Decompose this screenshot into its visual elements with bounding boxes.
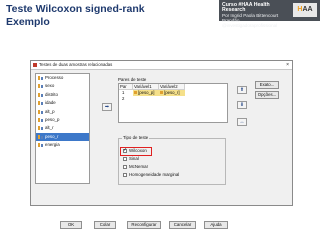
scale-icon — [38, 143, 43, 148]
variable-item[interactable]: Processo — [36, 74, 89, 82]
reset-button[interactable]: Reconfigurar — [127, 221, 161, 229]
scale-icon — [38, 76, 43, 80]
move-variable-button[interactable]: ➡ — [102, 103, 112, 111]
haa-logo-aa: AA — [302, 6, 313, 13]
cancel-button[interactable]: Cancelar — [169, 221, 196, 229]
pencil-icon — [134, 91, 137, 95]
ok-button[interactable]: OK — [60, 221, 82, 229]
variable-list[interactable]: Processo sexo distrito idade alt_p peso_… — [35, 73, 90, 184]
dialog-titlebar: Testes de duas amostras relacionadas × — [31, 61, 292, 70]
dialog-title: Testes de duas amostras relacionadas — [39, 62, 113, 67]
variable-item[interactable]: alt_p — [36, 108, 89, 116]
scale-icon — [38, 117, 43, 122]
pairs-label: Pares de teste — [118, 77, 147, 82]
variable-item-selected[interactable]: peso_r — [36, 132, 89, 142]
variable-item[interactable]: sexo — [36, 82, 89, 90]
pencil-icon — [160, 91, 163, 95]
variable-item[interactable]: idade — [36, 99, 89, 107]
checkbox[interactable] — [123, 156, 127, 161]
banner-course-name: Curso #HAA Health Research — [222, 2, 270, 13]
move-up-button[interactable]: ⬆ — [237, 86, 247, 94]
haa-logo: HAA — [293, 3, 317, 17]
slide-title: Teste Wilcoxon signed-rank Exemplo — [6, 3, 196, 29]
slide-title-line2: Exemplo — [6, 16, 50, 28]
scale-icon — [38, 84, 43, 89]
scale-icon — [38, 101, 43, 106]
variable-item[interactable]: alt_r — [36, 124, 89, 132]
scale-icon — [38, 109, 43, 114]
checkbox[interactable] — [123, 172, 127, 177]
slide-title-line1: Teste Wilcoxon signed-rank — [6, 3, 145, 15]
option-homogeneidade[interactable]: Homogeneidade marginal — [123, 172, 179, 178]
pair-var1-cell[interactable]: [peso_p] — [133, 90, 159, 96]
banner-handle: @investigadoraprofissional — [222, 23, 278, 28]
scale-icon — [38, 126, 43, 131]
test-type-label: Tipo de teste — [122, 135, 150, 140]
move-down-button[interactable]: ⬇ — [237, 101, 247, 109]
course-banner: Curso #HAA Health Research Por Ingrid Pa… — [219, 0, 320, 28]
spss-app-icon — [33, 63, 37, 67]
help-button[interactable]: Ajuda — [204, 221, 228, 229]
scale-icon — [38, 134, 43, 139]
variable-item[interactable]: energia — [36, 141, 89, 149]
banner-author: Por Ingrid Paola Bittencourt Brandão — [222, 13, 279, 23]
close-icon[interactable]: × — [286, 61, 289, 69]
pair-number: 2 — [122, 96, 125, 101]
checkbox[interactable] — [123, 164, 127, 169]
highlight-box — [120, 147, 152, 156]
variable-item[interactable]: peso_p — [36, 116, 89, 124]
swap-variables-button[interactable]: ↔ — [237, 118, 247, 126]
paste-button[interactable]: Colar — [94, 221, 116, 229]
pair-var2-cell[interactable]: [peso_r] — [159, 90, 185, 96]
scale-icon — [38, 92, 43, 97]
option-sinal[interactable]: Sinal — [123, 156, 139, 162]
pairs-table[interactable]: Par Variável1 Variável2 1 [peso_p] [peso… — [118, 83, 228, 123]
spss-dialog: Testes de duas amostras relacionadas × P… — [30, 60, 293, 229]
variable-item[interactable]: distrito — [36, 91, 89, 99]
banner-text: Curso #HAA Health Research Por Ingrid Pa… — [222, 2, 292, 28]
option-mcnemar[interactable]: McNemar — [123, 164, 148, 170]
options-button[interactable]: Opções... — [255, 91, 279, 99]
exact-button[interactable]: Exato... — [255, 81, 279, 89]
